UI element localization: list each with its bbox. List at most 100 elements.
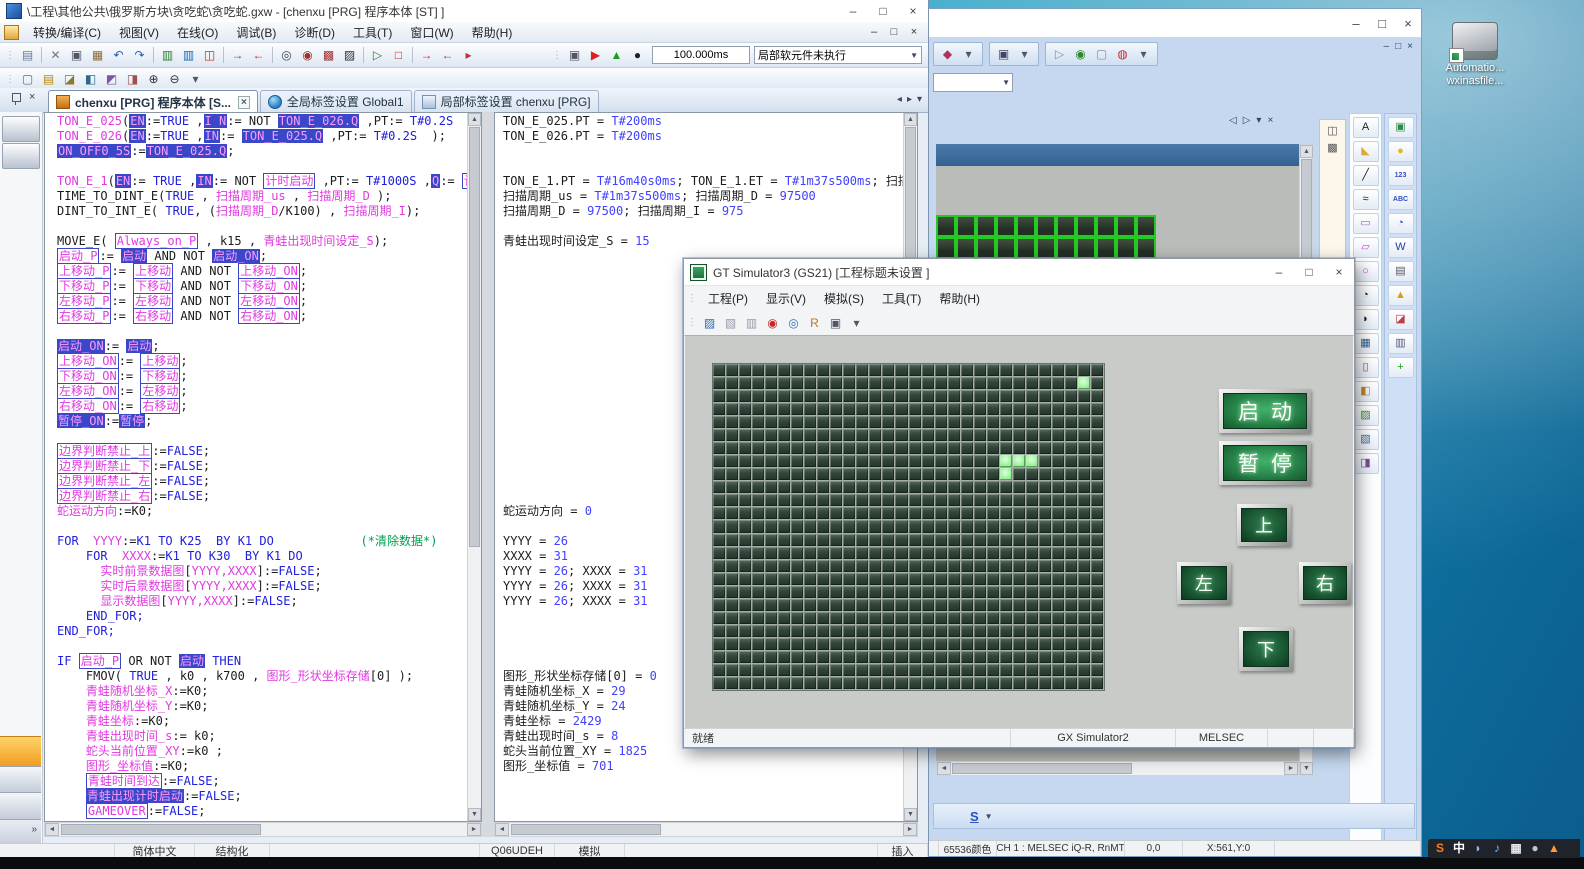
toolbar-more-icon[interactable]: ▾: [846, 313, 867, 333]
cross-reference-icon[interactable]: ▩: [318, 45, 339, 65]
nav-arrow-icon[interactable]: ×: [1267, 115, 1273, 126]
nav-pane-overflow[interactable]: »: [0, 819, 41, 843]
mdi-minimize-icon[interactable]: –: [866, 26, 882, 38]
graph-display-icon[interactable]: ◪: [1388, 309, 1414, 330]
group-more-icon[interactable]: ▾: [1133, 44, 1154, 64]
option-icon[interactable]: ▣: [825, 313, 846, 333]
designer-maximize-button[interactable]: □: [1369, 16, 1395, 31]
desktop-icon-automation[interactable]: Automatio... wxinasfile...: [1432, 22, 1518, 88]
nav-arrow-icon[interactable]: ◁: [1229, 115, 1237, 126]
close-icon[interactable]: ×: [29, 92, 35, 103]
device-memory-icon[interactable]: ▥: [178, 45, 199, 65]
start-button[interactable]: 启动: [1219, 389, 1311, 433]
cut-icon[interactable]: ✕: [45, 45, 66, 65]
gx-menu-item-3[interactable]: 调试(B): [227, 21, 285, 44]
voice-input-icon[interactable]: ♪: [1488, 839, 1506, 858]
designer-close-button[interactable]: ×: [1395, 16, 1421, 31]
step-break-icon[interactable]: ←: [437, 45, 458, 65]
comm-stop-icon[interactable]: ◍: [1112, 44, 1133, 64]
tab-nav-icon[interactable]: ▾: [917, 94, 922, 105]
code-horizontal-scrollbar[interactable]: ◄ ►: [44, 822, 482, 837]
group-more-icon[interactable]: ▾: [1014, 44, 1035, 64]
data-block-icon[interactable]: ▤: [38, 69, 59, 89]
scroll-down-icon[interactable]: ▼: [904, 808, 917, 821]
scroll-right-icon[interactable]: ►: [467, 823, 481, 836]
left-button[interactable]: 左: [1177, 562, 1231, 604]
add-object-icon[interactable]: +: [1388, 357, 1414, 378]
zoom-out-icon[interactable]: ⊖: [164, 69, 185, 89]
input-mode-icon[interactable]: 中: [1450, 839, 1468, 858]
gx-tab-nav[interactable]: ◂ ▸ ▾: [897, 94, 922, 105]
arc-tool-icon[interactable]: ◔: [1353, 285, 1379, 306]
rect-tool-icon[interactable]: ▭: [1353, 213, 1379, 234]
gx-menu-item-4[interactable]: 诊断(D): [285, 21, 344, 44]
library-panel-icon[interactable]: ◫: [1320, 124, 1345, 137]
library-icon[interactable]: ◨: [1353, 453, 1379, 474]
ladder-mark-icon[interactable]: ◨: [122, 69, 143, 89]
run-icon[interactable]: ▶: [585, 45, 606, 65]
keyboard-icon[interactable]: ▦: [1507, 839, 1525, 858]
gx-menu-item-6[interactable]: 窗口(W): [401, 21, 462, 44]
scrollbar-thumb[interactable]: [61, 824, 261, 835]
designer-titlebar[interactable]: – □ ×: [929, 9, 1421, 37]
copy-icon[interactable]: ▣: [66, 45, 87, 65]
scroll-left-icon[interactable]: ◄: [45, 823, 59, 836]
designer-horizontal-scrollbar[interactable]: ◄ ►: [936, 761, 1299, 776]
mdi-close-icon[interactable]: ×: [906, 26, 922, 38]
scroll-left-icon[interactable]: ◄: [495, 823, 509, 836]
scrollbar-thumb[interactable]: [952, 763, 1132, 774]
skin-icon[interactable]: ▲: [1545, 839, 1563, 858]
nav-pane-button[interactable]: [0, 766, 41, 793]
device-comment-icon[interactable]: ▥: [157, 45, 178, 65]
comment-edit-icon[interactable]: ◩: [101, 69, 122, 89]
recipe-display-icon[interactable]: ▥: [1388, 333, 1414, 354]
sim-menu-item-0[interactable]: 工程(P): [699, 287, 757, 310]
simulator-maximize-button[interactable]: □: [1294, 265, 1324, 279]
device-list-icon[interactable]: ▨: [339, 45, 360, 65]
data-transfer-icon[interactable]: ▷: [1049, 44, 1070, 64]
code-vertical-scrollbar[interactable]: ▲ ▼: [467, 113, 481, 821]
nav-arrow-icon[interactable]: ▷: [1243, 115, 1251, 126]
parts-display-icon[interactable]: ▤: [1388, 261, 1414, 282]
gx-menu-item-1[interactable]: 视图(V): [110, 21, 168, 44]
write-to-plc-icon[interactable]: →: [227, 45, 248, 65]
gx-mdi-controls[interactable]: – □ ×: [866, 26, 928, 38]
nav-arrow-icon[interactable]: ▾: [1256, 115, 1261, 126]
tab-close-icon[interactable]: ×: [238, 96, 250, 109]
style-s-button[interactable]: S: [970, 809, 979, 824]
toolbar-more-icon[interactable]: ▾: [185, 69, 206, 89]
dock-collapsed-panel[interactable]: [2, 143, 40, 169]
device-find-icon[interactable]: ◧: [80, 69, 101, 89]
night-mode-icon[interactable]: ◗: [1469, 839, 1487, 858]
open-icon[interactable]: ▧: [720, 313, 741, 333]
tab-2[interactable]: 局部标签设置 chenxu [PRG]: [414, 90, 599, 112]
logo-text-icon[interactable]: ◣: [1353, 141, 1379, 162]
clock-display-icon[interactable]: ◔: [1388, 213, 1414, 234]
gx-menu-item-2[interactable]: 在线(O): [168, 21, 227, 44]
polygon-tool-icon[interactable]: ▱: [1353, 237, 1379, 258]
gx-menu-item-7[interactable]: 帮助(H): [463, 21, 522, 44]
up-button[interactable]: 上: [1237, 504, 1291, 546]
tab-nav-icon[interactable]: ◂: [897, 94, 902, 105]
undo-icon[interactable]: ↶: [108, 45, 129, 65]
watch-horizontal-scrollbar[interactable]: ◄ ►: [494, 822, 918, 837]
read-from-plc-icon[interactable]: ←: [248, 45, 269, 65]
numeric-display-icon[interactable]: 123: [1388, 165, 1414, 186]
monitor-mode-icon[interactable]: ▣: [564, 45, 585, 65]
paste-icon[interactable]: ▦: [87, 45, 108, 65]
nav-pane-button[interactable]: [0, 792, 41, 819]
save-snapshot-icon[interactable]: ▥: [741, 313, 762, 333]
resource-r-icon[interactable]: R: [804, 313, 825, 333]
program-common-icon[interactable]: ▤: [17, 45, 38, 65]
circle-tool-icon[interactable]: ○: [1353, 261, 1379, 282]
person-icon[interactable]: ●: [1526, 839, 1544, 858]
tab-1[interactable]: 全局标签设置 Global1: [260, 90, 412, 112]
pause-warn-icon[interactable]: ▲: [606, 45, 627, 65]
scroll-up-icon[interactable]: ▲: [468, 113, 481, 126]
text-tool-icon[interactable]: A: [1353, 117, 1379, 138]
window-icon[interactable]: ▢: [17, 69, 38, 89]
gx-maximize-button[interactable]: □: [868, 4, 898, 18]
scan-time-box[interactable]: 100.000ms: [652, 46, 750, 64]
tab-nav-icon[interactable]: ▸: [907, 94, 912, 105]
scroll-up-icon[interactable]: ▲: [1300, 145, 1313, 158]
